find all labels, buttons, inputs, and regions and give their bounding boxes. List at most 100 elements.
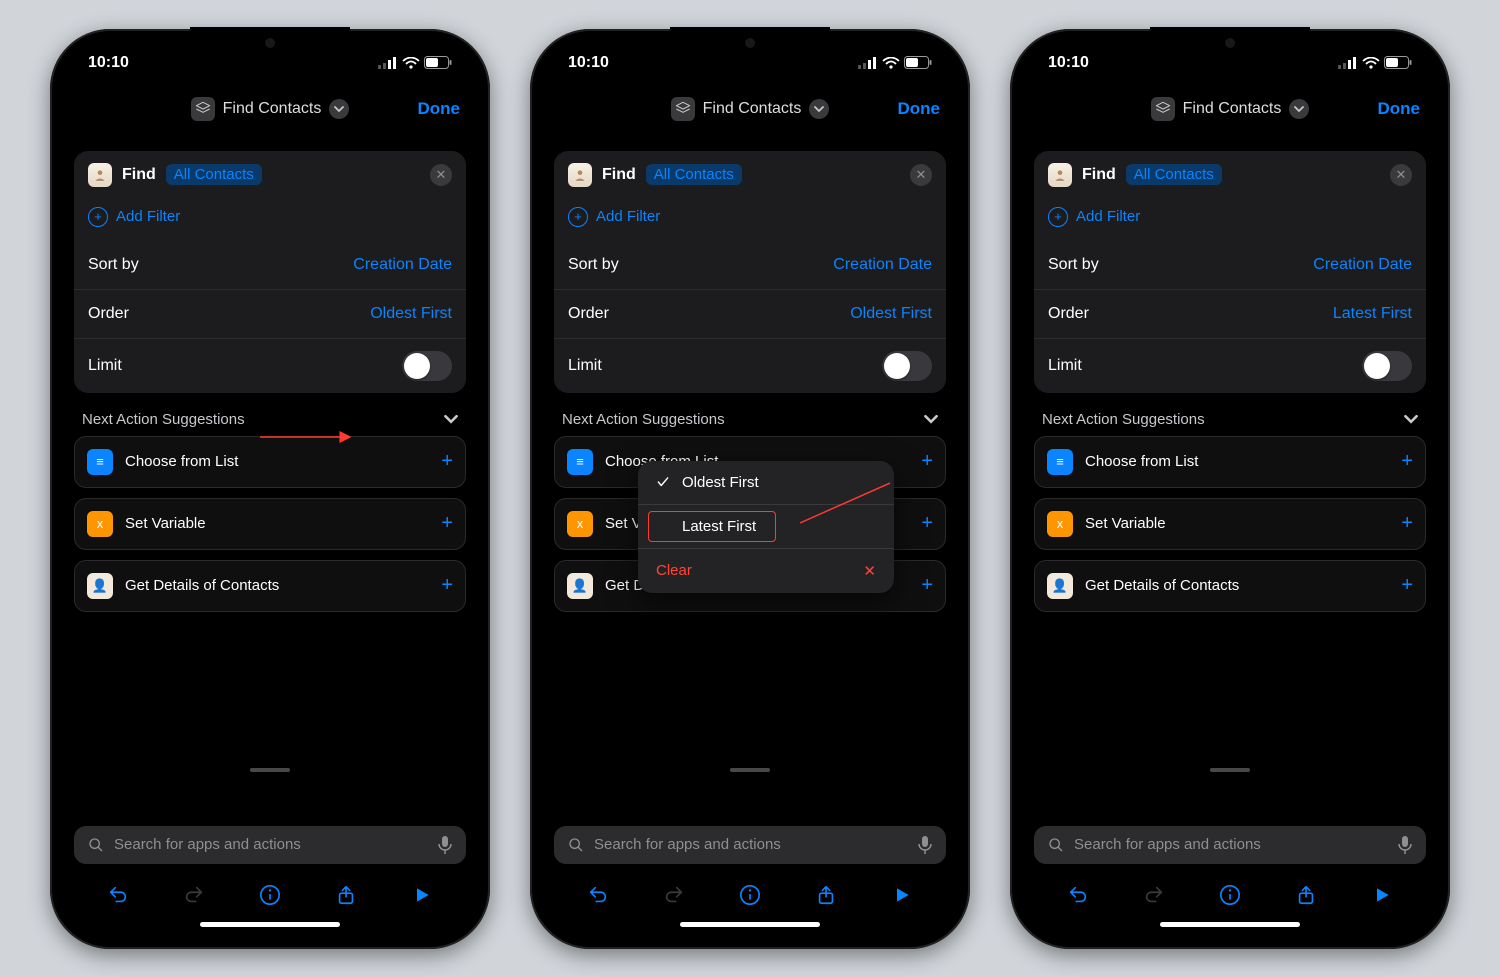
suggestion-icon: x <box>87 511 113 537</box>
add-filter-button[interactable]: + Add Filter <box>74 199 466 241</box>
nav-chevron-icon[interactable] <box>1289 99 1309 119</box>
add-suggestion-button[interactable]: + <box>921 512 933 535</box>
limit-toggle[interactable] <box>882 351 932 381</box>
suggestions-header[interactable]: Next Action Suggestions <box>554 393 946 436</box>
add-suggestion-button[interactable]: + <box>441 574 453 597</box>
run-button[interactable] <box>889 882 915 908</box>
toolbar <box>1034 864 1426 916</box>
bottom-area: Search for apps and actions <box>554 768 946 937</box>
suggestion-row[interactable]: 👤Get Details of Contacts+ <box>74 560 466 612</box>
add-suggestion-button[interactable]: + <box>921 450 933 473</box>
remove-action-icon[interactable]: ✕ <box>430 164 452 186</box>
popup-opt2-label: Latest First <box>682 518 756 535</box>
sort-by-row[interactable]: Sort by Creation Date <box>74 241 466 289</box>
grab-handle[interactable] <box>1210 768 1250 772</box>
undo-button[interactable] <box>105 882 131 908</box>
add-filter-button[interactable]: + Add Filter <box>1034 199 1426 241</box>
mic-icon[interactable] <box>1398 836 1412 854</box>
sortby-value[interactable]: Creation Date <box>353 256 452 274</box>
sortby-value[interactable]: Creation Date <box>833 256 932 274</box>
sort-by-row[interactable]: Sort by Creation Date <box>554 241 946 289</box>
done-button[interactable]: Done <box>418 99 461 119</box>
add-suggestion-button[interactable]: + <box>1401 450 1413 473</box>
add-suggestion-button[interactable]: + <box>441 450 453 473</box>
toolbar <box>74 864 466 916</box>
shortcut-icon <box>191 97 215 121</box>
info-button[interactable] <box>1217 882 1243 908</box>
share-button[interactable] <box>1293 882 1319 908</box>
search-bar[interactable]: Search for apps and actions <box>1034 826 1426 864</box>
limit-toggle[interactable] <box>1362 351 1412 381</box>
home-indicator[interactable] <box>200 922 340 927</box>
mic-icon[interactable] <box>438 836 452 854</box>
search-bar[interactable]: Search for apps and actions <box>554 826 946 864</box>
popup-clear[interactable]: Clear ✕ <box>638 548 894 593</box>
add-filter-button[interactable]: + Add Filter <box>554 199 946 241</box>
notch <box>670 27 830 59</box>
sortby-value[interactable]: Creation Date <box>1313 256 1412 274</box>
suggestion-icon: 👤 <box>87 573 113 599</box>
add-suggestion-button[interactable]: + <box>1401 574 1413 597</box>
iphone-frame: 10:10 Find Contacts Done Find A <box>530 29 970 949</box>
mic-icon[interactable] <box>918 836 932 854</box>
suggestions-title: Next Action Suggestions <box>562 411 725 428</box>
screen: 10:10 Find Contacts Done Find A <box>1022 41 1438 937</box>
suggestion-label: Choose from List <box>1085 453 1198 470</box>
order-row[interactable]: Order Latest First <box>1034 289 1426 338</box>
all-contacts-chip[interactable]: All Contacts <box>1126 164 1222 185</box>
add-suggestion-button[interactable]: + <box>441 512 453 535</box>
all-contacts-chip[interactable]: All Contacts <box>166 164 262 185</box>
share-button[interactable] <box>333 882 359 908</box>
nav-chevron-icon[interactable] <box>329 99 349 119</box>
limit-row: Limit <box>1034 338 1426 393</box>
suggestion-row[interactable]: xSet Variable+ <box>74 498 466 550</box>
suggestion-icon: x <box>567 511 593 537</box>
plus-circle-icon: + <box>1048 207 1068 227</box>
suggestion-row[interactable]: ≡Choose from List+ <box>1034 436 1426 488</box>
nav-title: Find Contacts <box>703 100 802 118</box>
order-value[interactable]: Latest First <box>1333 305 1412 323</box>
wifi-icon <box>882 57 900 69</box>
x-icon: ✕ <box>863 562 876 580</box>
order-value[interactable]: Oldest First <box>370 305 452 323</box>
action-card: Find All Contacts ✕ + Add Filter Sort by… <box>74 151 466 393</box>
order-value[interactable]: Oldest First <box>850 305 932 323</box>
content: Find All Contacts ✕ + Add Filter Sort by… <box>542 133 958 937</box>
share-button[interactable] <box>813 882 839 908</box>
suggestion-row[interactable]: 👤Get Details of Contacts+ <box>1034 560 1426 612</box>
battery-icon <box>1384 56 1412 69</box>
limit-toggle[interactable] <box>402 351 452 381</box>
all-contacts-chip[interactable]: All Contacts <box>646 164 742 185</box>
suggestions-list: ≡Choose from List+xSet Variable+👤Get Det… <box>1034 436 1426 612</box>
grab-handle[interactable] <box>730 768 770 772</box>
undo-button[interactable] <box>585 882 611 908</box>
done-button[interactable]: Done <box>898 99 941 119</box>
find-row[interactable]: Find All Contacts ✕ <box>74 151 466 199</box>
order-row[interactable]: Order Oldest First <box>554 289 946 338</box>
order-label: Order <box>1048 305 1089 323</box>
run-button[interactable] <box>1369 882 1395 908</box>
info-button[interactable] <box>737 882 763 908</box>
notch <box>190 27 350 59</box>
order-row[interactable]: Order Oldest First <box>74 289 466 338</box>
suggestion-icon: 👤 <box>567 573 593 599</box>
find-row[interactable]: Find All Contacts ✕ <box>554 151 946 199</box>
done-button[interactable]: Done <box>1378 99 1421 119</box>
sort-by-row[interactable]: Sort by Creation Date <box>1034 241 1426 289</box>
info-button[interactable] <box>257 882 283 908</box>
content: Find All Contacts ✕ + Add Filter Sort by… <box>62 133 478 937</box>
add-suggestion-button[interactable]: + <box>1401 512 1413 535</box>
suggestions-header[interactable]: Next Action Suggestions <box>1034 393 1426 436</box>
home-indicator[interactable] <box>1160 922 1300 927</box>
grab-handle[interactable] <box>250 768 290 772</box>
home-indicator[interactable] <box>680 922 820 927</box>
run-button[interactable] <box>409 882 435 908</box>
search-bar[interactable]: Search for apps and actions <box>74 826 466 864</box>
nav-chevron-icon[interactable] <box>809 99 829 119</box>
remove-action-icon[interactable]: ✕ <box>1390 164 1412 186</box>
remove-action-icon[interactable]: ✕ <box>910 164 932 186</box>
find-row[interactable]: Find All Contacts ✕ <box>1034 151 1426 199</box>
undo-button[interactable] <box>1065 882 1091 908</box>
add-suggestion-button[interactable]: + <box>921 574 933 597</box>
suggestion-row[interactable]: xSet Variable+ <box>1034 498 1426 550</box>
